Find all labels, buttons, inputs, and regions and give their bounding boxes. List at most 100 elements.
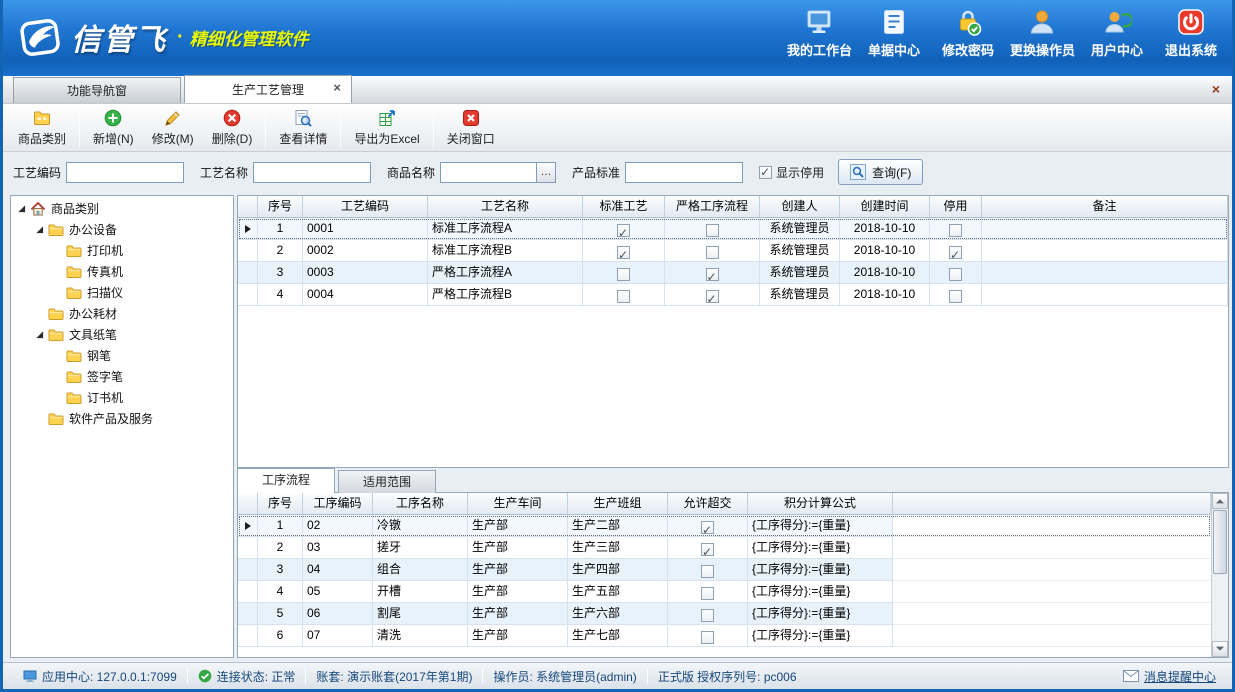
column-header[interactable]: 创建时间	[840, 196, 930, 218]
process-row[interactable]: 30003严格工序流程A系统管理员2018-10-10	[238, 262, 1228, 284]
process-name-input[interactable]	[253, 162, 371, 183]
cell-formula: {工序得分}:={重量}	[748, 581, 893, 603]
strict-flow-checkbox[interactable]	[706, 246, 719, 259]
step-row[interactable]: 304组合生产部生产四部{工序得分}:={重量}	[238, 559, 1211, 581]
over-delivery-checkbox[interactable]	[701, 609, 714, 622]
over-delivery-checkbox[interactable]	[701, 543, 714, 556]
message-center-link[interactable]: 消息提醒中心	[1123, 668, 1222, 685]
cell-disabled	[930, 218, 982, 240]
process-row[interactable]: 10001标准工序流程A系统管理员2018-10-10	[238, 218, 1228, 240]
sub-tab-process-flow[interactable]: 工序流程	[237, 468, 335, 493]
standard-process-checkbox[interactable]	[617, 246, 630, 259]
add-button[interactable]: 新增(N)	[84, 106, 143, 150]
tree-node[interactable]: 商品类别	[11, 198, 233, 219]
process-row[interactable]: 20002标准工序流程B系统管理员2018-10-10	[238, 240, 1228, 262]
strict-flow-checkbox[interactable]	[706, 268, 719, 281]
close-all-tabs-icon[interactable]: ×	[1212, 81, 1220, 97]
column-header[interactable]: 创建人	[760, 196, 840, 218]
sub-tab-applicable-scope[interactable]: 适用范围	[338, 470, 436, 493]
view-detail-icon	[294, 109, 312, 127]
tree-node[interactable]: 软件产品及服务	[11, 408, 233, 429]
disabled-checkbox[interactable]	[949, 268, 962, 281]
column-header[interactable]: 严格工序流程	[665, 196, 760, 218]
nav-item-change-password[interactable]: 修改密码	[931, 7, 1005, 59]
expander-icon[interactable]	[33, 225, 46, 235]
show-disabled-checkbox[interactable]	[759, 166, 772, 179]
column-header[interactable]: 允许超交	[668, 493, 748, 515]
tree-node[interactable]: 办公设备	[11, 219, 233, 240]
step-row[interactable]: 506割尾生产部生产六部{工序得分}:={重量}	[238, 603, 1211, 625]
ellipsis-button[interactable]: …	[536, 162, 556, 183]
step-row[interactable]: 203搓牙生产部生产三部{工序得分}:={重量}	[238, 537, 1211, 559]
process-code-input[interactable]	[66, 162, 184, 183]
product-name-input[interactable]	[440, 162, 536, 183]
scroll-up-button[interactable]	[1212, 493, 1228, 509]
column-header[interactable]: 工序名称	[373, 493, 468, 515]
column-header[interactable]: 序号	[258, 493, 303, 515]
column-header[interactable]: 序号	[258, 196, 303, 218]
status-item-label: 应用中心: 127.0.0.1:7099	[42, 668, 177, 685]
disabled-checkbox[interactable]	[949, 246, 962, 259]
scroll-down-button[interactable]	[1212, 641, 1228, 657]
tab-production-process[interactable]: 生产工艺管理×	[184, 75, 352, 103]
standard-process-checkbox[interactable]	[617, 268, 630, 281]
column-header[interactable]: 生产车间	[468, 493, 568, 515]
tree-node[interactable]: 办公耗材	[11, 303, 233, 324]
standard-process-checkbox[interactable]	[617, 290, 630, 303]
tree-node[interactable]: 签字笔	[11, 366, 233, 387]
toolbar-separator	[79, 108, 80, 148]
expander-icon[interactable]	[33, 330, 46, 340]
step-row[interactable]: 607清洗生产部生产七部{工序得分}:={重量}	[238, 625, 1211, 647]
nav-item-switch-operator[interactable]: 更换操作员	[1005, 7, 1080, 59]
view-detail-button[interactable]: 查看详情	[270, 106, 336, 150]
process-row[interactable]: 40004严格工序流程B系统管理员2018-10-10	[238, 284, 1228, 306]
category-button[interactable]: 商品类别	[9, 106, 75, 150]
tree-node[interactable]: 订书机	[11, 387, 233, 408]
tree-node[interactable]: 文具纸笔	[11, 324, 233, 345]
over-delivery-checkbox[interactable]	[701, 521, 714, 534]
step-row[interactable]: 102冷镦生产部生产二部{工序得分}:={重量}	[238, 515, 1211, 537]
tab-function-nav[interactable]: 功能导航窗	[13, 77, 181, 103]
column-header[interactable]: 工艺编码	[303, 196, 428, 218]
scroll-thumb[interactable]	[1213, 510, 1227, 574]
over-delivery-checkbox[interactable]	[701, 631, 714, 644]
tree-node[interactable]: 传真机	[11, 261, 233, 282]
column-header[interactable]: 工艺名称	[428, 196, 583, 218]
search-button[interactable]: 查询(F)	[838, 159, 923, 185]
disabled-checkbox[interactable]	[949, 224, 962, 237]
column-header[interactable]: 工序编码	[303, 493, 373, 515]
standard-process-checkbox[interactable]	[617, 224, 630, 237]
nav-item-document-center[interactable]: 单据中心	[857, 7, 931, 59]
nav-item-user-center[interactable]: 用户中心	[1080, 7, 1154, 59]
vertical-scrollbar[interactable]	[1211, 493, 1228, 657]
column-header[interactable]: 备注	[982, 196, 1228, 218]
edit-button[interactable]: 修改(M)	[143, 106, 203, 150]
strict-flow-checkbox[interactable]	[706, 224, 719, 237]
expander-icon[interactable]	[15, 204, 28, 214]
column-header[interactable]: 生产班组	[568, 493, 668, 515]
filter-bar: 工艺编码工艺名称商品名称…产品标准显示停用查询(F)	[3, 152, 1232, 192]
nav-item-exit-system[interactable]: 退出系统	[1154, 7, 1228, 59]
over-delivery-checkbox[interactable]	[701, 565, 714, 578]
nav-item-workbench[interactable]: 我的工作台	[782, 7, 857, 59]
tree-node[interactable]: 钢笔	[11, 345, 233, 366]
column-header[interactable]: 停用	[930, 196, 982, 218]
product-standard-input[interactable]	[625, 162, 743, 183]
show-disabled-toggle[interactable]: 显示停用	[759, 164, 824, 181]
folder-icon	[48, 307, 64, 321]
cell-process-code: 0004	[303, 284, 428, 306]
column-header[interactable]: 积分计算公式	[748, 493, 893, 515]
strict-flow-checkbox[interactable]	[706, 290, 719, 303]
tree-node[interactable]: 扫描仪	[11, 282, 233, 303]
expander-placeholder	[51, 351, 64, 361]
disabled-checkbox[interactable]	[949, 290, 962, 303]
close-window-button[interactable]: 关闭窗口	[438, 106, 504, 150]
step-row[interactable]: 405开槽生产部生产五部{工序得分}:={重量}	[238, 581, 1211, 603]
cell-over	[668, 515, 748, 537]
column-header[interactable]: 标准工艺	[583, 196, 665, 218]
export-excel-button[interactable]: 导出为Excel	[345, 106, 428, 150]
tree-node[interactable]: 打印机	[11, 240, 233, 261]
close-tab-icon[interactable]: ×	[333, 81, 341, 95]
over-delivery-checkbox[interactable]	[701, 587, 714, 600]
delete-button[interactable]: 删除(D)	[203, 106, 262, 150]
